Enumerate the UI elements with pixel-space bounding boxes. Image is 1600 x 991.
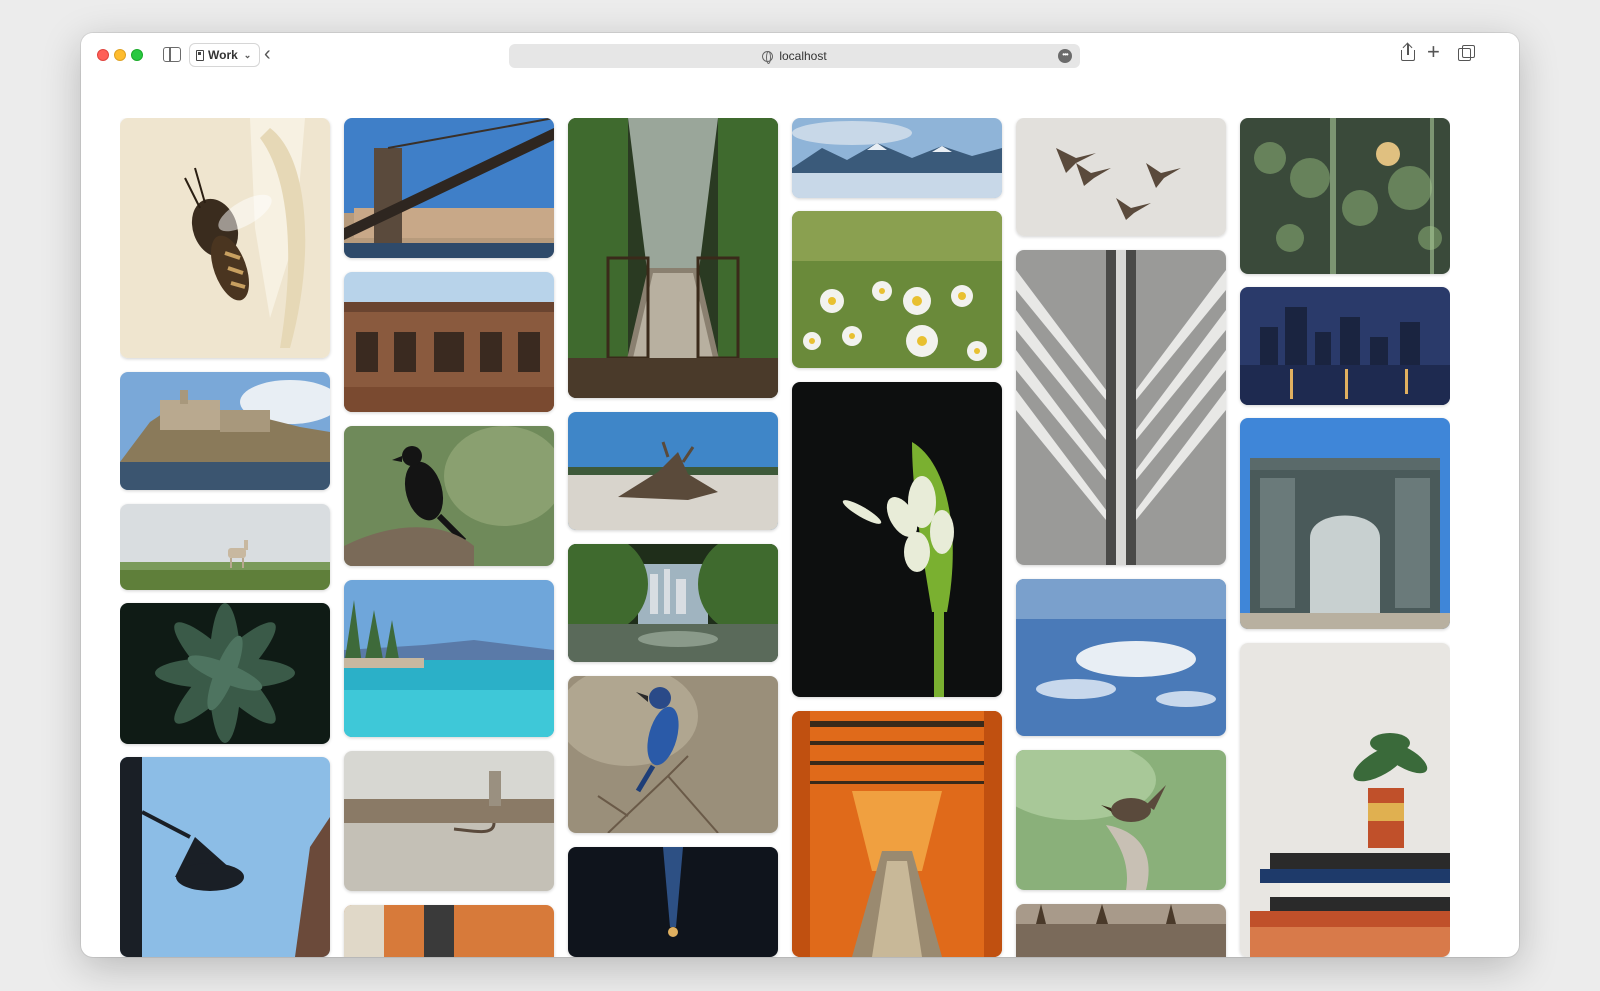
new-tab-button[interactable]: + <box>1427 41 1440 63</box>
photo-deer-in-field[interactable] <box>120 504 330 590</box>
photo-gallery <box>120 118 1450 957</box>
photo-plant-on-books[interactable] <box>1240 643 1450 957</box>
close-window-button[interactable] <box>97 49 109 61</box>
back-button[interactable]: ‹ <box>264 42 271 66</box>
photo-street-lamp[interactable] <box>120 757 330 957</box>
photo-torii-gates[interactable] <box>792 711 1002 957</box>
chevron-down-icon: ⌄ <box>243 49 252 60</box>
photo-crow-on-branch[interactable] <box>344 426 554 566</box>
page-menu-icon[interactable]: ••• <box>1058 49 1072 63</box>
address-text: localhost <box>779 49 827 63</box>
tab-overview-button[interactable] <box>1458 45 1475 61</box>
share-button[interactable] <box>1401 44 1415 61</box>
browser-toolbar: Work ⌄ ‹ localhost ••• + <box>81 33 1519 79</box>
profile-icon <box>196 49 204 61</box>
photo-pier-post[interactable] <box>344 751 554 891</box>
profile-button[interactable]: Work ⌄ <box>189 43 261 67</box>
photo-city-skyline-night[interactable] <box>1240 287 1450 405</box>
photo-lake-tahoe[interactable] <box>344 580 554 737</box>
photo-ornate-gate[interactable] <box>1240 418 1450 629</box>
photo-castle-on-lake[interactable] <box>120 372 330 490</box>
photo-bee[interactable] <box>120 118 330 358</box>
photo-brick-building[interactable] <box>344 272 554 412</box>
sidebar-toggle-icon[interactable] <box>163 47 181 62</box>
photo-brooklyn-bridge[interactable] <box>344 118 554 258</box>
photo-architecture-ribs[interactable] <box>1016 250 1226 565</box>
photo-pelicans[interactable] <box>1016 118 1226 236</box>
photo-driftwood-beach[interactable] <box>568 412 778 530</box>
photo-dark-light[interactable] <box>568 847 778 957</box>
photo-aerial-clouds[interactable] <box>1016 579 1226 736</box>
photo-city-through-trees[interactable] <box>568 544 778 662</box>
photo-white-flower-bud[interactable] <box>792 382 1002 697</box>
photo-forest-edge[interactable] <box>1016 904 1226 957</box>
photo-wren-on-branch[interactable] <box>1016 750 1226 890</box>
profile-label: Work <box>208 48 238 62</box>
photo-bokeh-lights[interactable] <box>1240 118 1450 274</box>
photo-green-succulent[interactable] <box>120 603 330 744</box>
photo-mountain-lake[interactable] <box>792 118 1002 198</box>
photo-orange-wall[interactable] <box>344 905 554 957</box>
photo-blue-jay[interactable] <box>568 676 778 833</box>
zoom-window-button[interactable] <box>131 49 143 61</box>
photo-daisies[interactable] <box>792 211 1002 368</box>
photo-bamboo-bridge[interactable] <box>568 118 778 398</box>
browser-window: Work ⌄ ‹ localhost ••• + <box>81 33 1519 957</box>
minimize-window-button[interactable] <box>114 49 126 61</box>
globe-icon <box>762 50 774 64</box>
address-bar[interactable]: localhost ••• <box>509 44 1080 68</box>
